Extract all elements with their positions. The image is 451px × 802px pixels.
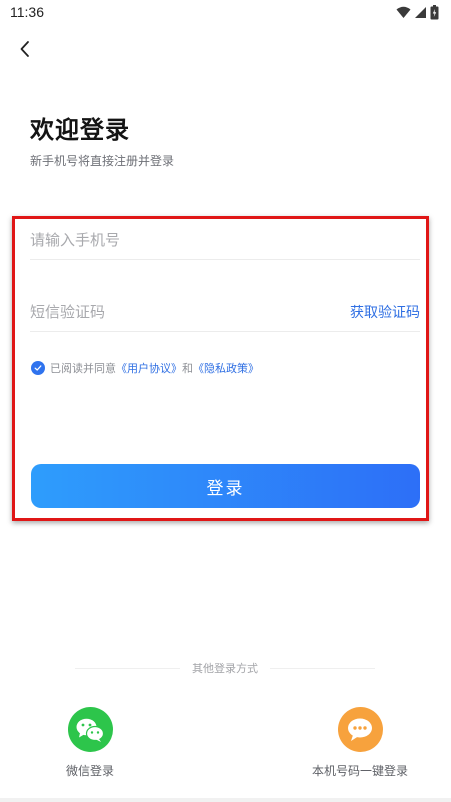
wechat-icon-circle [67, 707, 113, 752]
one-key-icon-circle [337, 707, 383, 752]
wechat-icon [76, 718, 105, 742]
page-subtitle: 新手机号将直接注册并登录 [30, 154, 175, 168]
one-key-login-button[interactable]: 本机号码一键登录 [300, 707, 420, 779]
signal-icon [415, 7, 426, 18]
chat-bubble-icon [348, 718, 372, 741]
login-button[interactable]: 登录 [31, 464, 420, 508]
wechat-login-label: 微信登录 [65, 764, 114, 778]
phone-field-container [30, 222, 420, 260]
status-time: 11:36 [10, 4, 44, 20]
get-code-button[interactable]: 获取验证码 [350, 302, 420, 322]
agreement-checkbox[interactable] [31, 361, 45, 375]
code-field-container: 获取验证码 [30, 294, 420, 332]
check-icon [34, 365, 42, 371]
divider-line-left [75, 667, 180, 669]
page-title: 欢迎登录 [30, 116, 130, 144]
phone-input[interactable] [30, 222, 330, 258]
back-arrow-icon [20, 41, 29, 57]
user-agreement-link[interactable]: 《用户协议》 [116, 360, 182, 376]
wifi-icon [396, 6, 411, 18]
status-bar: 11:36 [0, 0, 451, 26]
bottom-edge [0, 798, 451, 802]
one-key-login-label: 本机号码一键登录 [311, 764, 408, 778]
back-button[interactable] [12, 36, 38, 62]
privacy-policy-link[interactable]: 《隐私政策》 [193, 360, 259, 376]
battery-icon [430, 5, 439, 20]
agreement-and: 和 [182, 362, 193, 375]
divider-line-right [270, 667, 375, 669]
status-icons [396, 5, 439, 20]
wechat-login-button[interactable]: 微信登录 [45, 707, 135, 779]
agreement-prefix: 已阅读并同意 [50, 362, 116, 375]
other-login-label: 其他登录方式 [192, 662, 258, 675]
other-login-divider: 其他登录方式 [75, 660, 375, 676]
agreement-row: 已阅读并同意 《用户协议》 和 《隐私政策》 [31, 360, 259, 376]
sms-code-input[interactable] [30, 294, 330, 330]
